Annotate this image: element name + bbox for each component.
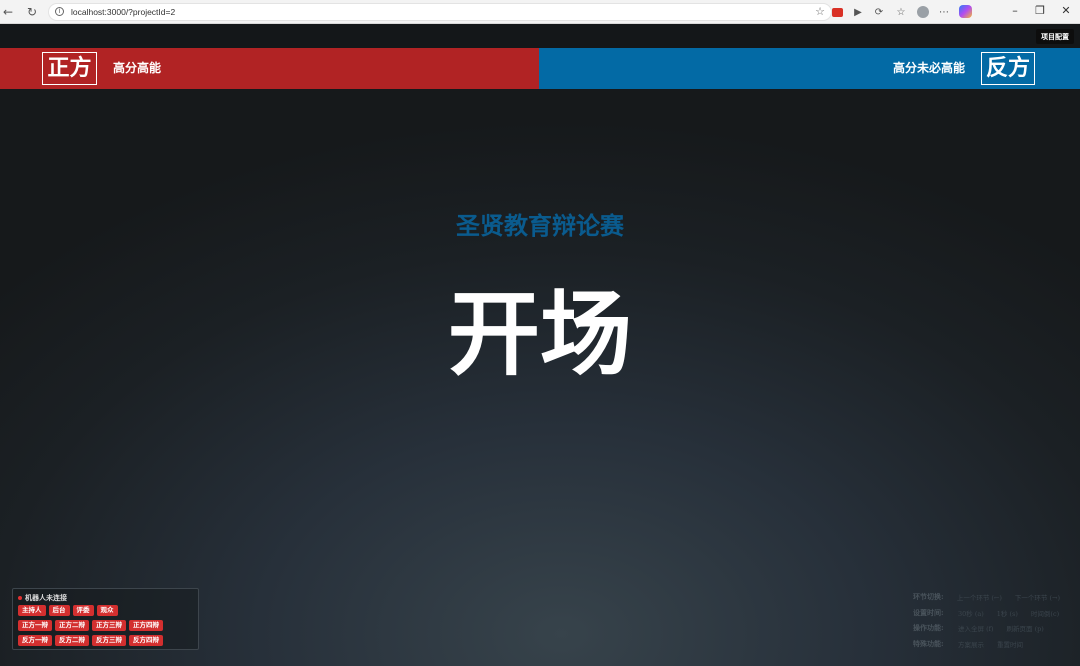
role-button-pro-2[interactable]: 正方二辩: [55, 620, 89, 631]
debate-display: 项目配置 正方 高分高能 高分未必高能 反方 圣贤教育辩论赛 开场 机器人未连接…: [0, 24, 1080, 666]
pro-side-label: 正方: [42, 52, 97, 85]
play-icon[interactable]: ▶: [851, 5, 865, 19]
con-side-label: 反方: [981, 52, 1035, 85]
stage-title: 开场: [447, 280, 632, 388]
profile-avatar-icon[interactable]: [917, 6, 929, 18]
shortcut-row: 环节切换: 上一个环节 (←) 下一个环节 (→): [913, 590, 1073, 604]
project-config-button[interactable]: 项目配置: [1036, 29, 1074, 44]
role-button-con-4[interactable]: 反方四辩: [129, 635, 163, 646]
shortcut-row: 特殊功能: 方案展示 重置时间: [913, 637, 1073, 651]
shortcut-item: 30秒 (a): [958, 609, 984, 618]
role-row: 主持人 后台 评委 观众: [18, 605, 121, 616]
shortcut-label: 操作功能:: [913, 623, 944, 632]
role-button-backstage[interactable]: 后台: [48, 605, 70, 616]
role-button-con-1[interactable]: 反方一辩: [18, 635, 52, 646]
restore-icon[interactable]: ❐: [1033, 4, 1047, 17]
shortcut-item: 进入全屏 (f): [958, 625, 994, 633]
con-side-banner: 高分未必高能 反方: [539, 48, 1080, 89]
role-button-pro-1[interactable]: 正方一辩: [18, 620, 52, 631]
shortcut-help: 环节切换: 上一个环节 (←) 下一个环节 (→) 设置时间: 30秒 (a) …: [913, 590, 1073, 652]
shortcut-item: 时间倒(c): [1030, 609, 1060, 618]
site-info-icon[interactable]: i: [55, 7, 64, 16]
shortcut-row: 设置时间: 30秒 (a) 1秒 (s) 时间倒(c): [913, 606, 1073, 620]
role-row: 正方一辩 正方二辩 正方三辩 正方四辩: [18, 620, 166, 631]
extension-icon[interactable]: [832, 8, 843, 17]
role-button-pro-3[interactable]: 正方三辩: [92, 620, 126, 631]
shortcut-item: 方案展示: [958, 640, 984, 649]
shortcut-item: 刷新页面 (p): [1006, 625, 1044, 633]
role-row: 反方一辩 反方二辩 反方三辩 反方四辩: [18, 635, 166, 646]
shortcut-label: 特殊功能:: [913, 638, 944, 648]
minimize-icon[interactable]: –: [1008, 4, 1022, 17]
shortcut-label: 设置时间:: [913, 607, 944, 617]
shortcut-label: 环节切换:: [913, 592, 944, 601]
top-strip: 项目配置: [0, 24, 1080, 48]
status-dot-icon: [18, 596, 22, 600]
favorites-icon[interactable]: ☆: [894, 5, 908, 19]
url-text: localhost:3000/?projectId=2: [71, 6, 176, 17]
role-button-host[interactable]: 主持人: [18, 605, 46, 616]
role-button-con-3[interactable]: 反方三辩: [92, 635, 126, 646]
robot-status: 机器人未连接: [18, 593, 67, 603]
back-icon[interactable]: ←: [0, 4, 16, 20]
robot-panel: 机器人未连接 主持人 后台 评委 观众 正方一辩 正方二辩 正方三辩 正方四辩 …: [12, 588, 199, 650]
shortcut-item: 1秒 (s): [996, 609, 1018, 618]
shortcut-item: 上一个环节 (←): [956, 594, 1002, 602]
bookmark-star-icon[interactable]: ☆: [815, 5, 825, 18]
pro-side-banner: 正方 高分高能: [0, 48, 539, 89]
shortcut-item: 重置时间: [997, 640, 1023, 649]
close-icon[interactable]: ✕: [1059, 4, 1073, 17]
reload-icon[interactable]: ↻: [24, 4, 40, 20]
robot-status-text: 机器人未连接: [25, 593, 67, 602]
browser-toolbar: ← ↻ i localhost:3000/?projectId=2 ☆ ▶ ⟳ …: [0, 0, 1080, 24]
address-bar[interactable]: i localhost:3000/?projectId=2 ☆: [48, 2, 832, 21]
pro-topic: 高分高能: [113, 61, 162, 75]
con-topic: 高分未必高能: [892, 61, 965, 75]
shortcut-item: 下一个环节 (→): [1014, 594, 1060, 602]
role-button-pro-4[interactable]: 正方四辩: [129, 620, 163, 631]
event-title: 圣贤教育辩论赛: [456, 211, 624, 240]
role-button-con-2[interactable]: 反方二辩: [55, 635, 89, 646]
copilot-icon[interactable]: [959, 5, 972, 18]
role-button-audience[interactable]: 观众: [96, 605, 118, 616]
role-button-judge[interactable]: 评委: [72, 605, 94, 616]
more-menu-icon[interactable]: ⋯: [937, 5, 951, 19]
refresh-extension-icon[interactable]: ⟳: [872, 5, 886, 19]
shortcut-row: 操作功能: 进入全屏 (f) 刷新页面 (p): [913, 621, 1073, 635]
